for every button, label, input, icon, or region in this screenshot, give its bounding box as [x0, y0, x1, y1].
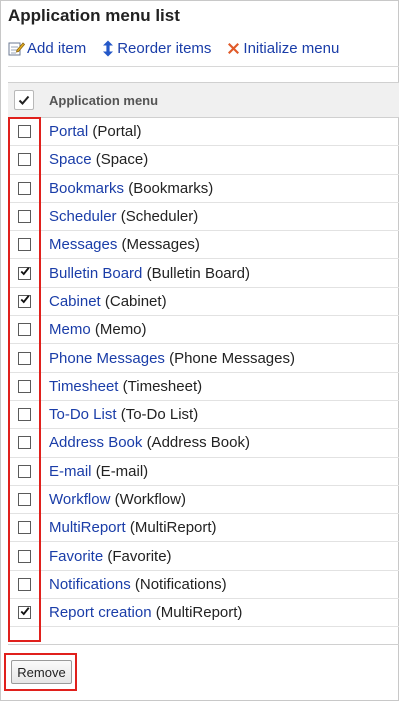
menu-name-link[interactable]: To-Do List: [49, 406, 117, 423]
column-header-application-menu: Application menu: [49, 92, 159, 108]
menu-original-name: (Bookmarks): [128, 179, 214, 197]
add-item-link[interactable]: Add item: [8, 40, 86, 57]
reorder-items-link[interactable]: Reorder items: [101, 40, 211, 57]
initialize-menu-link[interactable]: Initialize menu: [226, 40, 339, 57]
menu-original-name: (Memo): [94, 321, 147, 339]
table-row: Bulletin Board (Bulletin Board): [8, 259, 399, 288]
menu-original-name: (Address Book): [146, 434, 250, 452]
checkmark-icon: [18, 95, 30, 105]
table-row: Address Book (Address Book): [8, 429, 399, 458]
table-row: To-Do List (To-Do List): [8, 401, 399, 430]
table-row: E-mail (E-mail): [8, 458, 399, 486]
table-row: Space (Space): [8, 146, 399, 175]
row-text: MultiReport (MultiReport): [49, 519, 217, 536]
row-text: Space (Space): [49, 151, 148, 168]
row-text: Bulletin Board (Bulletin Board): [49, 265, 250, 282]
menu-original-name: (To-Do List): [120, 406, 199, 424]
table-row: Phone Messages (Phone Messages): [8, 344, 399, 373]
menu-original-name: (Scheduler): [120, 208, 199, 226]
menu-name-link[interactable]: MultiReport: [49, 519, 126, 536]
menu-original-name: (Notifications): [134, 575, 227, 593]
row-text: Messages (Messages): [49, 236, 200, 253]
table-bottom-divider: [8, 644, 399, 645]
page-title: Application menu list: [8, 6, 180, 25]
row-text: Workflow (Workflow): [49, 491, 186, 508]
row-text: Scheduler (Scheduler): [49, 208, 198, 225]
menu-name-link[interactable]: Memo: [49, 321, 91, 338]
application-menu-table: Application menu Portal (Portal) Space (S…: [8, 82, 399, 628]
menu-original-name: (Favorite): [107, 547, 172, 565]
menu-original-name: (E-mail): [95, 462, 149, 480]
row-text: Memo (Memo): [49, 321, 147, 338]
table-row: Messages (Messages): [8, 231, 399, 260]
row-text: Portal (Portal): [49, 123, 142, 140]
row-text: Report creation (MultiReport): [49, 604, 242, 621]
row-text: Address Book (Address Book): [49, 434, 250, 451]
menu-original-name: (Phone Messages): [169, 349, 295, 367]
row-text: Notifications (Notifications): [49, 576, 227, 593]
toolbar: Add item Reorder items Initialize menu: [8, 38, 354, 58]
table-row: Memo (Memo): [8, 316, 399, 345]
table-row: Timesheet (Timesheet): [8, 373, 399, 401]
menu-name-link[interactable]: Favorite: [49, 548, 103, 565]
row-text: Cabinet (Cabinet): [49, 293, 167, 310]
row-text: To-Do List (To-Do List): [49, 406, 198, 423]
menu-name-link[interactable]: E-mail: [49, 463, 92, 480]
menu-name-link[interactable]: Portal: [49, 123, 88, 140]
table-body: Portal (Portal) Space (Space) Bookmarks (B…: [8, 118, 399, 628]
menu-original-name: (Messages): [121, 236, 200, 254]
menu-original-name: (Cabinet): [104, 292, 167, 310]
menu-name-link[interactable]: Address Book: [49, 434, 142, 451]
table-row: Cabinet (Cabinet): [8, 288, 399, 317]
table-row: Notifications (Notifications): [8, 571, 399, 600]
initialize-x-icon: [228, 42, 240, 54]
row-text: Timesheet (Timesheet): [49, 378, 202, 395]
menu-name-link[interactable]: Phone Messages: [49, 350, 165, 367]
checkbox-column-highlight: [8, 117, 41, 642]
row-text: Favorite (Favorite): [49, 548, 172, 565]
menu-name-link[interactable]: Notifications: [49, 576, 131, 593]
menu-original-name: (MultiReport): [155, 604, 243, 622]
menu-original-name: (MultiReport): [129, 519, 217, 537]
add-item-icon: [8, 41, 25, 55]
table-row: Portal (Portal): [8, 118, 399, 147]
menu-name-link[interactable]: Bulletin Board: [49, 265, 142, 282]
menu-name-link[interactable]: Workflow: [49, 491, 110, 508]
add-item-label: Add item: [27, 39, 87, 57]
reorder-items-label: Reorder items: [117, 39, 212, 57]
menu-name-link[interactable]: Report creation: [49, 604, 152, 621]
menu-name-link[interactable]: Scheduler: [49, 208, 117, 225]
header-checkbox-cell: [8, 90, 40, 110]
initialize-menu-label: Initialize menu: [243, 39, 340, 57]
row-text: Phone Messages (Phone Messages): [49, 350, 295, 367]
reorder-icon: [103, 40, 114, 56]
menu-original-name: (Workflow): [114, 491, 186, 508]
menu-name-link[interactable]: Cabinet: [49, 293, 101, 310]
remove-button[interactable]: Remove: [11, 660, 72, 684]
menu-name-link[interactable]: Messages: [49, 236, 117, 253]
menu-original-name: (Portal): [92, 123, 142, 141]
menu-original-name: (Timesheet): [122, 377, 203, 395]
row-text: E-mail (E-mail): [49, 463, 148, 480]
table-row: Scheduler (Scheduler): [8, 203, 399, 232]
menu-name-link[interactable]: Bookmarks: [49, 180, 124, 197]
table-header: Application menu: [8, 83, 399, 118]
toolbar-divider: [8, 66, 399, 67]
row-text: Bookmarks (Bookmarks): [49, 180, 213, 197]
select-all-checkbox[interactable]: [14, 90, 34, 110]
menu-name-link[interactable]: Timesheet: [49, 378, 118, 395]
table-row: Workflow (Workflow): [8, 486, 399, 515]
menu-original-name: (Bulletin Board): [146, 264, 250, 282]
menu-original-name: (Space): [95, 151, 149, 169]
table-row: Report creation (MultiReport): [8, 599, 399, 628]
menu-name-link[interactable]: Space: [49, 151, 92, 168]
table-row: Bookmarks (Bookmarks): [8, 175, 399, 203]
table-row: MultiReport (MultiReport): [8, 514, 399, 543]
table-row: Favorite (Favorite): [8, 542, 399, 571]
